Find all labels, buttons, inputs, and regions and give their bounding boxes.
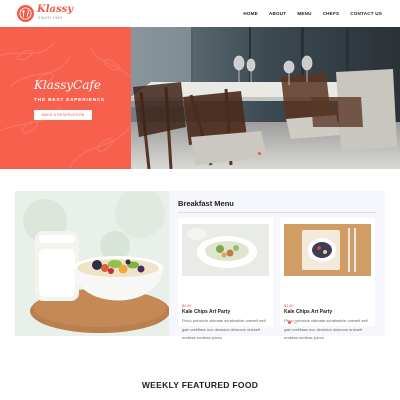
- hero-slide-dot-2[interactable]: [264, 152, 267, 155]
- menu-card-description: Piccu primocle ultimate scrathsticle one…: [182, 318, 266, 341]
- menu-slider-dots: [288, 321, 297, 324]
- divider: [178, 212, 377, 213]
- hero-slider-dots: [258, 152, 267, 155]
- nav-item-about[interactable]: ABOUT: [269, 11, 286, 16]
- menu-card[interactable]: $4.50 Kale Chips Art Party Piccu primocl…: [178, 218, 273, 340]
- breakfast-bowl-image: [15, 191, 169, 336]
- menu-slide-dot-2[interactable]: [294, 321, 297, 324]
- hero-panel: KlassyCafe THE BEST EXPERIENCE MAKE A RE…: [0, 27, 131, 169]
- site-header: Klassy SINCE 1980 HOME ABOUT MENU CHEFS …: [0, 0, 400, 27]
- hero-photo-restaurant: [131, 27, 400, 169]
- breakfast-menu-title: Breakfast Menu: [178, 199, 234, 208]
- main-nav: HOME ABOUT MENU CHEFS CONTACT US: [243, 11, 382, 16]
- menu-card-title[interactable]: Kale Chips Art Party: [182, 309, 230, 315]
- menu-card-price: $4.50: [182, 304, 192, 308]
- breakfast-menu-panel: Breakfast Menu $4.50 Kale Chips Art Part…: [169, 191, 385, 340]
- logo-icon[interactable]: [17, 5, 34, 22]
- breakfast-section: Breakfast Menu $4.50 Kale Chips Art Part…: [15, 191, 385, 340]
- logo-tagline: SINCE 1980: [38, 16, 63, 20]
- menu-slide-dot-1[interactable]: [288, 321, 291, 324]
- logo-text[interactable]: Klassy: [37, 4, 73, 15]
- hero-tagline: THE BEST EXPERIENCE: [34, 98, 106, 103]
- menu-card-price: $4.50: [284, 304, 294, 308]
- hero-title: KlassyCafe: [34, 78, 101, 92]
- menu-card-image: [284, 224, 371, 276]
- restaurant-interior-image: [131, 27, 400, 169]
- nav-item-contact-us[interactable]: CONTACT US: [350, 11, 382, 16]
- make-reservation-button[interactable]: MAKE A RESERVATION: [34, 110, 92, 120]
- hero-slide-dot-1[interactable]: [258, 152, 261, 155]
- menu-card[interactable]: $4.50 Kale Chips Art Party Piccu primocl…: [280, 218, 375, 340]
- menu-card-description: Piccu primocle ultimate scrathsticle one…: [284, 318, 368, 341]
- nav-item-chefs[interactable]: CHEFS: [323, 11, 340, 16]
- nav-item-menu[interactable]: MENU: [297, 11, 311, 16]
- nav-item-home[interactable]: HOME: [243, 11, 258, 16]
- hero-section: KlassyCafe THE BEST EXPERIENCE MAKE A RE…: [0, 27, 400, 169]
- weekly-featured-heading: WEEKLY FEATURED FOOD: [141, 380, 259, 390]
- menu-card-image: [182, 224, 269, 276]
- menu-card-title[interactable]: Kale Chips Art Party: [284, 309, 332, 315]
- breakfast-photo: [15, 191, 169, 336]
